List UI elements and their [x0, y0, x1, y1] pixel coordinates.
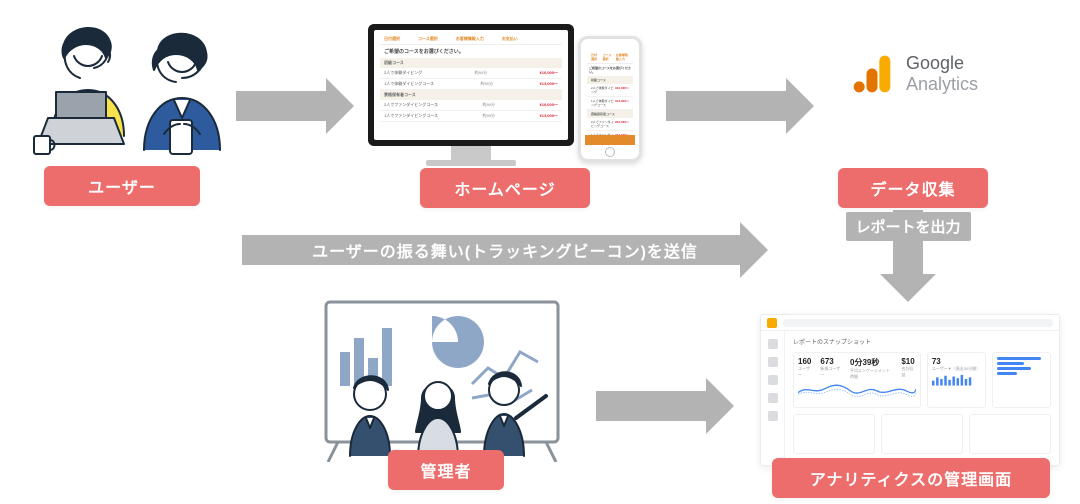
- admin-illustration: [322, 298, 562, 458]
- label-data-collection: データ収集: [838, 168, 988, 208]
- arrow-tracking-text: ユーザーの振る舞い(トラッキングビーコン)を送信: [242, 238, 768, 262]
- hp-tab: お支払い: [502, 36, 518, 42]
- hp-section: 資格保有者コース: [380, 90, 562, 100]
- hp-tab: お客様情報入力: [456, 36, 484, 42]
- dashboard-search: [783, 319, 1053, 327]
- hp-section: 初級コース: [380, 58, 562, 68]
- ga-text-line2: Analytics: [906, 74, 978, 95]
- dashboard-title: レポートのスナップショット: [793, 337, 1051, 346]
- ga-icon: [850, 52, 894, 96]
- arrow-report-text: レポートを出力: [846, 212, 971, 241]
- ga-mini-icon: [767, 318, 777, 328]
- hp-heading: ご希望のコースをお選びください。: [380, 45, 562, 58]
- dashboard-sidebar: [761, 331, 785, 465]
- arrow-tracking-beacon: ユーザーの振る舞い(トラッキングビーコン)を送信: [242, 222, 768, 278]
- hp-tab: コース選択: [418, 36, 438, 42]
- analytics-dashboard: レポートのスナップショット 160ユーザー 673新規ユーザー 0分39秒平均エ…: [760, 314, 1060, 466]
- label-analytics-screen: アナリティクスの管理画面: [772, 458, 1050, 498]
- arrow-user-to-homepage: [236, 78, 354, 134]
- hp-tab: 日付選択: [384, 36, 400, 42]
- user-illustration: [30, 18, 230, 158]
- label-admin: 管理者: [388, 450, 504, 490]
- google-analytics-logo: Google Analytics: [850, 52, 978, 96]
- arrow-homepage-to-ga: [666, 78, 814, 134]
- arrow-report-output: レポートを出力: [880, 210, 936, 302]
- homepage-illustration: 日付選択 コース選択 お客様情報入力 お支払い ご希望のコースをお選びください。…: [368, 24, 648, 164]
- ga-text-line1: Google: [906, 53, 978, 74]
- label-homepage: ホームページ: [420, 168, 590, 208]
- label-user: ユーザー: [44, 166, 200, 206]
- arrow-admin-to-dashboard: [596, 378, 734, 434]
